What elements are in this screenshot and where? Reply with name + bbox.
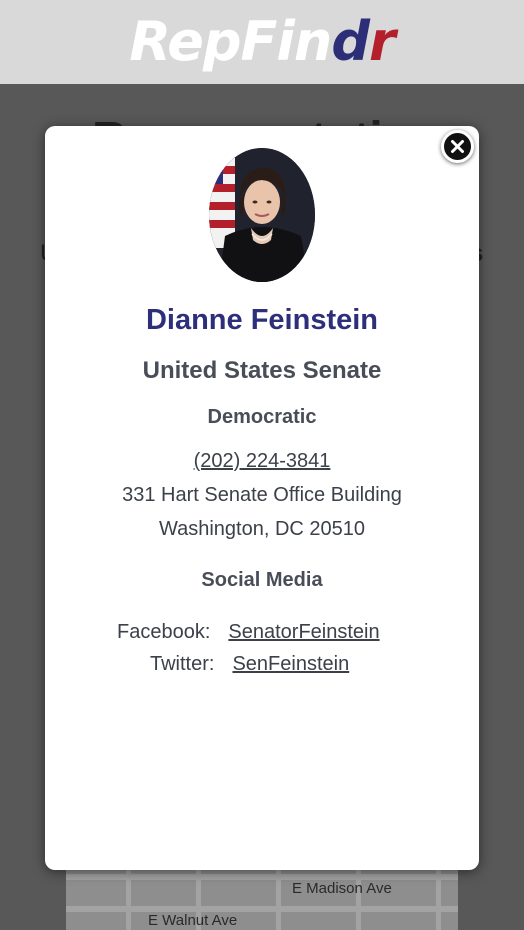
representative-chamber: United States Senate xyxy=(142,357,382,384)
representative-party: Democratic xyxy=(207,406,317,428)
phone-link[interactable]: (202) 224-3841 xyxy=(194,450,331,472)
representative-portrait xyxy=(209,148,315,282)
address-line-2: Washington, DC 20510 xyxy=(158,518,366,540)
phone-row: (202) 224-3841 xyxy=(45,450,479,473)
facebook-link[interactable]: SenatorFeinstein xyxy=(228,621,379,643)
twitter-label: Twitter: xyxy=(150,653,215,675)
app-header: RepFindr xyxy=(0,0,524,84)
map-street-label: E Walnut Ave xyxy=(148,912,238,929)
logo-text-part3: r xyxy=(369,10,396,73)
twitter-link[interactable]: SenFeinstein xyxy=(232,653,349,675)
close-button[interactable] xyxy=(441,130,474,163)
facebook-label: Facebook: xyxy=(117,621,211,643)
address-line-1: 331 Hart Senate Office Building xyxy=(122,484,402,506)
close-icon xyxy=(451,140,464,153)
logo-text-part2: d xyxy=(331,10,370,73)
map[interactable]: E Madison Ave E Walnut Ave xyxy=(66,866,458,930)
representative-name: Dianne Feinstein xyxy=(145,304,379,336)
map-street-label: E Madison Ave xyxy=(292,880,392,897)
logo-text-part1: RepFin xyxy=(129,10,332,73)
social-media-heading: Social Media xyxy=(201,569,323,591)
app-logo[interactable]: RepFindr xyxy=(129,15,395,69)
facebook-row: Facebook: SenatorFeinstein xyxy=(117,621,380,644)
twitter-row: Twitter: SenFeinstein xyxy=(150,653,349,676)
